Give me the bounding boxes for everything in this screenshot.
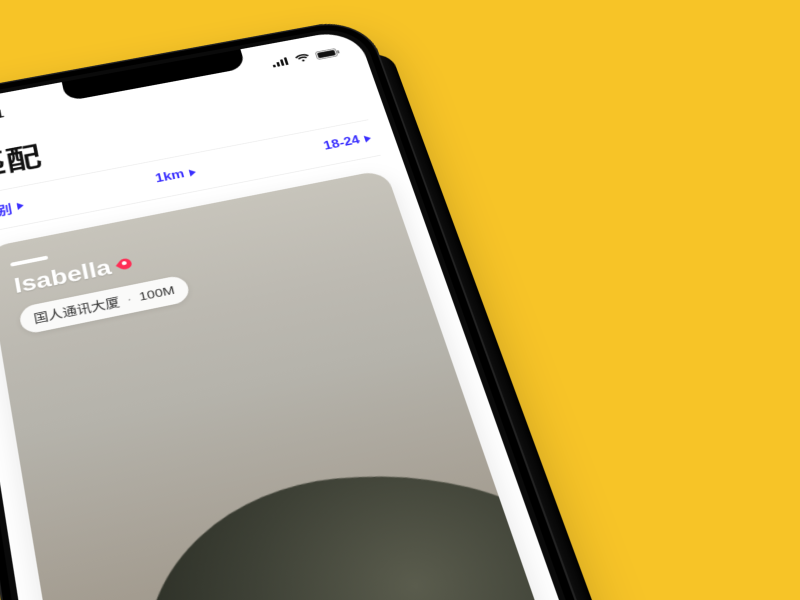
chevron-right-icon <box>189 168 197 176</box>
battery-icon <box>315 47 341 59</box>
location-range: 100M <box>138 284 176 304</box>
status-time: 9:41 <box>0 107 5 126</box>
screen: 9:41 <box>0 28 635 600</box>
location-separator: · <box>126 292 134 306</box>
filter-gender[interactable]: 性别 <box>0 197 25 222</box>
content: 匹配 性别 1km 18-24 <box>0 61 635 600</box>
wifi-icon <box>294 53 312 63</box>
status-icons <box>271 47 341 68</box>
filter-distance-label: 1km <box>154 168 186 186</box>
location-pin-icon <box>117 258 132 271</box>
filter-distance[interactable]: 1km <box>154 166 197 186</box>
chevron-right-icon <box>17 202 25 210</box>
phone-mock: 9:41 <box>0 16 659 600</box>
stage: 9:41 <box>0 0 800 600</box>
filter-gender-label: 性别 <box>0 199 13 222</box>
bg-hill <box>140 457 568 600</box>
profile-card[interactable]: Isabella 国人通讯大厦 · 100M <box>0 169 567 600</box>
filter-age-label: 18-24 <box>322 134 361 153</box>
chevron-right-icon <box>364 135 372 143</box>
cellular-icon <box>271 57 290 68</box>
filter-age[interactable]: 18-24 <box>322 132 373 153</box>
